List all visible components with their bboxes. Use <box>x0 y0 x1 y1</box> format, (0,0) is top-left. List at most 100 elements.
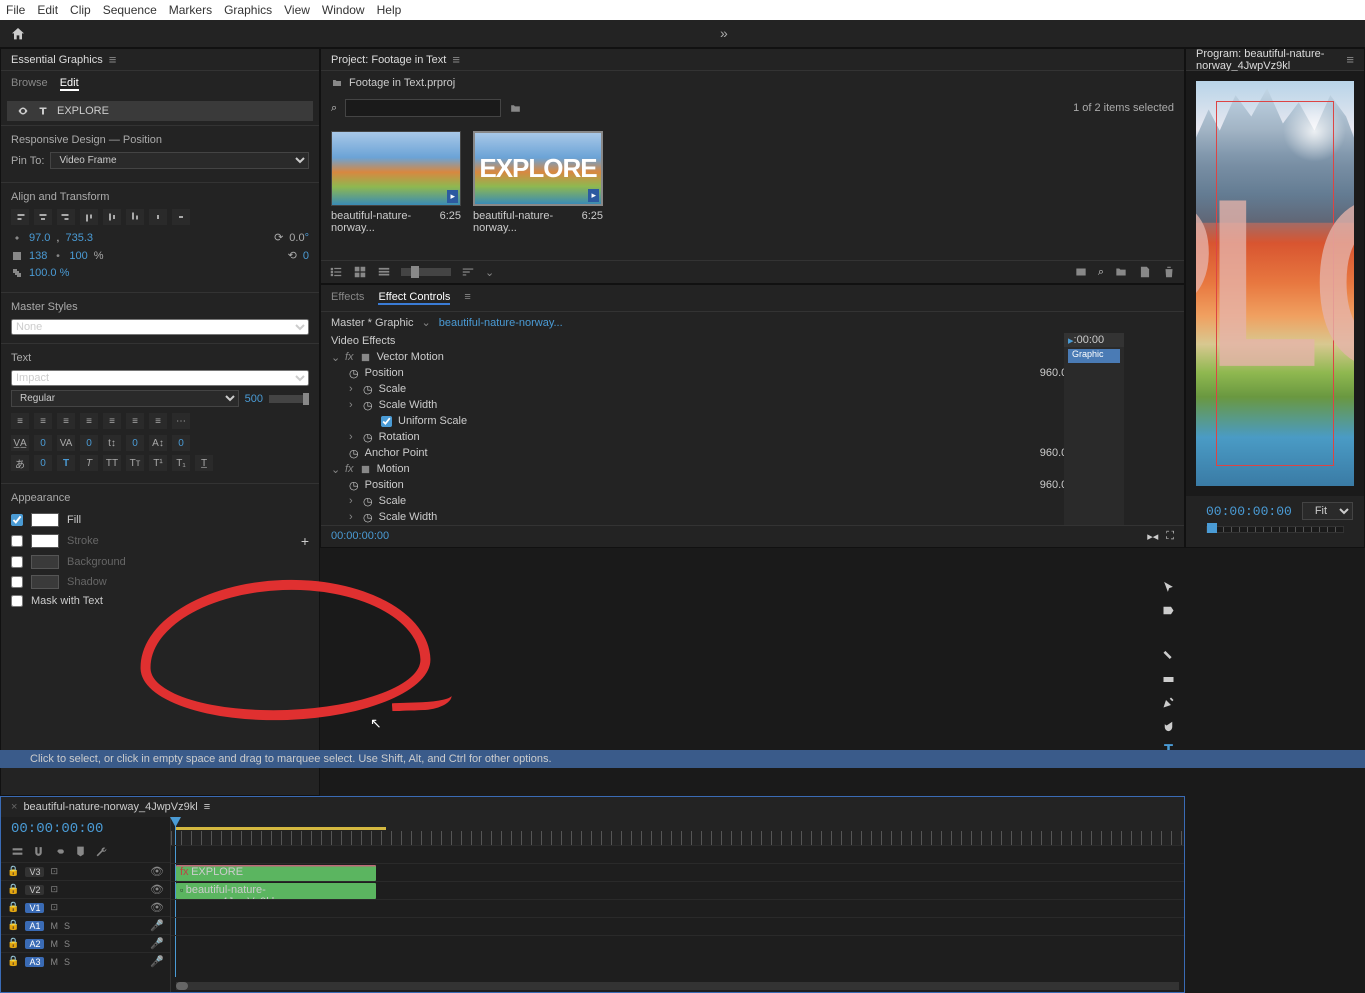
hand-tool-icon[interactable] <box>1161 718 1176 733</box>
voice-icon[interactable]: 🎤 <box>150 919 164 932</box>
timeline-zoom-scrollbar[interactable] <box>176 982 1179 990</box>
align-vcenter-icon[interactable] <box>103 209 121 225</box>
menu-graphics[interactable]: Graphics <box>224 3 272 17</box>
mask-checkbox[interactable] <box>11 595 23 607</box>
home-icon[interactable] <box>10 26 26 42</box>
background-checkbox[interactable] <box>11 556 23 568</box>
project-item-sequence[interactable]: EXPLORE▸ beautiful-nature-norway...6:25 <box>473 131 603 234</box>
expand-icon[interactable]: › <box>349 495 357 507</box>
tab-effects[interactable]: Effects <box>331 291 364 305</box>
track-v3-lane[interactable] <box>171 845 1184 863</box>
lock-icon[interactable]: 🔒 <box>7 866 19 877</box>
program-timecode-left[interactable]: 00:00:00:00 <box>1206 504 1292 519</box>
clip-video[interactable]: ▫ beautiful-nature-norway_4JwpVz9kl.mov <box>176 883 376 899</box>
expand-icon[interactable]: › <box>349 383 357 395</box>
eg-anchor-r[interactable]: 0 <box>303 250 309 262</box>
thumbnail-size-slider[interactable] <box>401 268 451 276</box>
superscript-icon[interactable]: T¹ <box>149 455 167 471</box>
timeline-sequence-tab[interactable]: beautiful-nature-norway_4JwpVz9kl <box>23 801 197 813</box>
clock-icon[interactable]: ◷ <box>363 431 373 444</box>
text-justify-icon[interactable]: ≡ <box>80 413 98 429</box>
effect-zoom-icon[interactable]: ⛶ <box>1166 530 1174 543</box>
menu-help[interactable]: Help <box>377 3 402 17</box>
distribute-v-icon[interactable] <box>172 209 190 225</box>
font-size-slider[interactable] <box>269 395 309 403</box>
leading-icon[interactable]: t↕ <box>103 435 121 451</box>
clock-icon[interactable]: ◷ <box>363 495 373 508</box>
menu-file[interactable]: File <box>6 3 25 17</box>
eye-icon[interactable] <box>17 105 29 117</box>
lock-icon[interactable]: 🔒 <box>7 938 19 949</box>
tracking-icon[interactable]: V̲A̲ <box>11 435 29 451</box>
uniform-scale-checkbox[interactable] <box>381 416 392 427</box>
all-caps-icon[interactable]: TT <box>103 455 121 471</box>
freeform-view-icon[interactable] <box>377 265 391 279</box>
tab-effect-controls[interactable]: Effect Controls <box>378 291 450 305</box>
menu-sequence[interactable]: Sequence <box>103 3 157 17</box>
effect-timeline-area[interactable]: ▸:00:00 Graphic <box>1064 333 1124 525</box>
menu-view[interactable]: View <box>284 3 310 17</box>
effect-play-icon[interactable]: ▸◂ <box>1147 530 1158 543</box>
panel-menu-icon[interactable]: ≡ <box>1346 52 1354 67</box>
text-justify-last-left-icon[interactable]: ≡ <box>103 413 121 429</box>
small-caps-icon[interactable]: Tᴛ <box>126 455 144 471</box>
mute-icon[interactable]: M <box>50 957 58 967</box>
mute-icon[interactable]: M <box>50 939 58 949</box>
track-v2-lane[interactable]: fx EXPLORE <box>171 863 1184 881</box>
text-align-right-icon[interactable]: ≡ <box>57 413 75 429</box>
project-search-input[interactable] <box>345 99 501 117</box>
mute-icon[interactable]: M <box>50 921 58 931</box>
expand-icon[interactable]: ⌄ <box>331 463 339 476</box>
text-more-icon[interactable]: ⋯ <box>172 413 190 429</box>
new-item-icon[interactable] <box>1138 265 1152 279</box>
track-v1-lane[interactable]: ▫ beautiful-nature-norway_4JwpVz9kl.mov <box>171 881 1184 899</box>
voice-icon[interactable]: 🎤 <box>150 955 164 968</box>
lock-icon[interactable]: 🔒 <box>7 920 19 931</box>
align-top-icon[interactable] <box>80 209 98 225</box>
text-align-left-icon[interactable]: ≡ <box>11 413 29 429</box>
trash-icon[interactable] <box>1162 265 1176 279</box>
font-select[interactable]: Impact <box>11 370 309 386</box>
lock-icon[interactable]: 🔒 <box>7 884 19 895</box>
selection-tool-icon[interactable] <box>1161 580 1176 595</box>
panel-menu-icon[interactable]: ≡ <box>452 52 460 67</box>
track-v1[interactable]: V1 <box>25 903 44 913</box>
auto-sequence-icon[interactable] <box>1074 265 1088 279</box>
effect-clip-bar[interactable]: Graphic <box>1068 349 1120 363</box>
track-a3[interactable]: A3 <box>25 957 44 967</box>
track-a2[interactable]: A2 <box>25 939 44 949</box>
eye-icon[interactable]: 👁 <box>150 901 164 914</box>
program-viewport[interactable]: EXPLORE <box>1186 71 1364 496</box>
fill-swatch[interactable] <box>31 513 59 527</box>
motion-label[interactable]: Motion <box>377 463 410 475</box>
voice-icon[interactable]: 🎤 <box>150 937 164 950</box>
shadow-checkbox[interactable] <box>11 576 23 588</box>
ripple-edit-tool-icon[interactable] <box>1161 626 1176 641</box>
linked-selection-icon[interactable] <box>53 845 66 858</box>
stroke-checkbox[interactable] <box>11 535 23 547</box>
work-area-bar[interactable] <box>176 827 386 830</box>
chevron-down-icon[interactable]: ⌄ <box>422 316 431 329</box>
workspace-overflow[interactable]: » <box>720 25 728 41</box>
align-left-icon[interactable] <box>11 209 29 225</box>
eg-pos-y[interactable]: 735.3 <box>65 232 93 244</box>
align-hcenter-icon[interactable] <box>34 209 52 225</box>
menu-edit[interactable]: Edit <box>37 3 58 17</box>
clock-icon[interactable]: ◷ <box>349 367 359 380</box>
lock-icon[interactable]: 🔒 <box>7 902 19 913</box>
faux-italic-icon[interactable]: T <box>80 455 98 471</box>
menu-clip[interactable]: Clip <box>70 3 91 17</box>
eye-icon[interactable]: 👁 <box>150 883 164 896</box>
solo-icon[interactable]: S <box>64 957 70 967</box>
solo-icon[interactable]: S <box>64 921 70 931</box>
wrench-icon[interactable] <box>95 845 108 858</box>
track-select-tool-icon[interactable] <box>1161 603 1176 618</box>
snap-icon[interactable] <box>32 845 45 858</box>
track-v2[interactable]: V2 <box>25 885 44 895</box>
panel-menu-icon[interactable]: ≡ <box>464 291 470 305</box>
tab-edit[interactable]: Edit <box>60 77 79 91</box>
lock-icon[interactable]: 🔒 <box>7 956 19 967</box>
panel-menu-icon[interactable]: ≡ <box>204 801 210 813</box>
eg-pos-r[interactable]: 0.0° <box>289 232 309 244</box>
solo-icon[interactable]: S <box>64 939 70 949</box>
